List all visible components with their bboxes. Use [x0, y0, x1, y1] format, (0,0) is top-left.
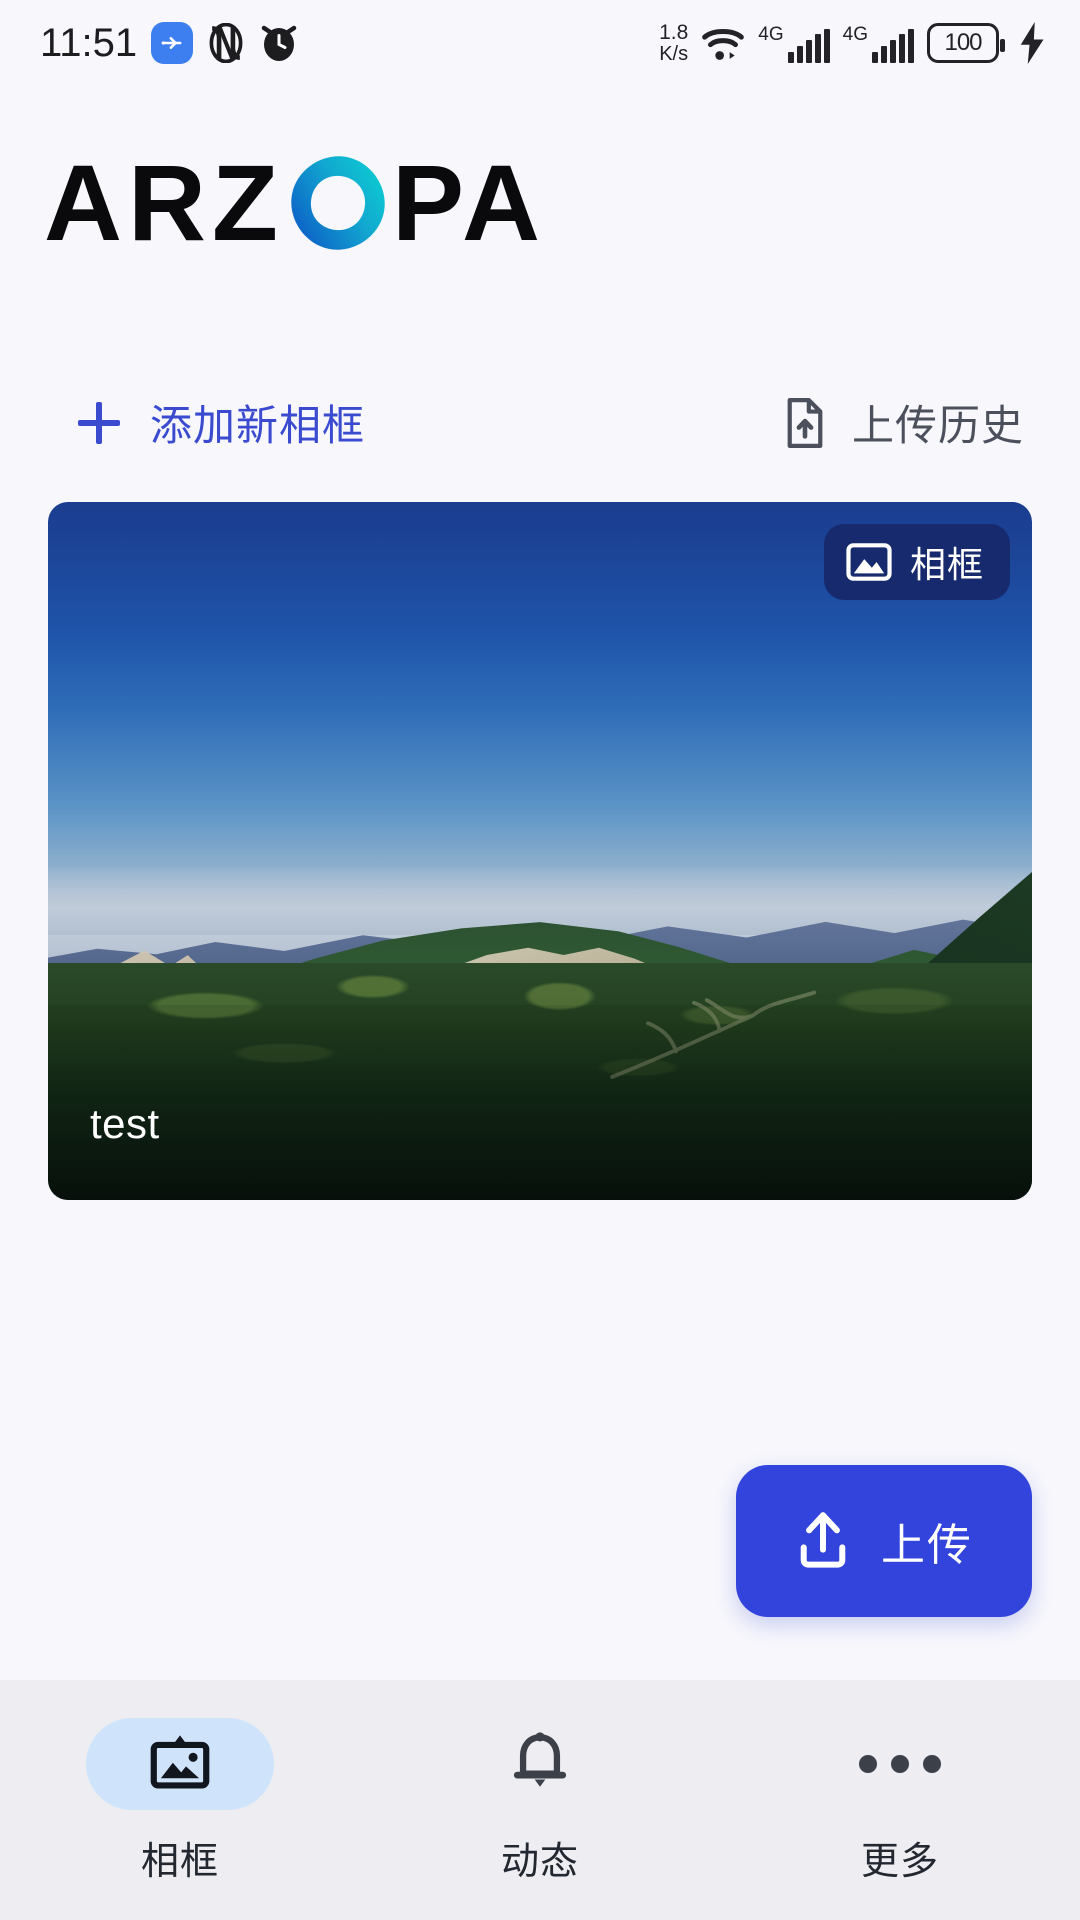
nfc-icon	[207, 22, 245, 64]
brand-name-part1: ARZ	[44, 142, 284, 263]
photo-frame-icon	[146, 1733, 214, 1795]
brand-logo: ARZ PA	[44, 148, 546, 258]
action-row: 添加新相框 上传历史	[0, 392, 1080, 453]
brand-name-part2: PA	[391, 142, 546, 263]
app-screen: 11:51 1.8 K/s 4G 4G 100 ARZ PA 添加新相框 上传历…	[0, 0, 1080, 1920]
upload-history-button[interactable]: 上传历史	[784, 392, 1024, 453]
nav-tab-more-pill	[806, 1718, 994, 1810]
signal-sim1: 4G	[758, 23, 830, 63]
card-gradient-scrim	[48, 1004, 1032, 1200]
nav-tab-activity-pill	[446, 1718, 634, 1810]
frame-card-title: test	[90, 1100, 160, 1147]
signal-sim2: 4G	[843, 24, 914, 63]
file-upload-icon	[784, 397, 826, 448]
upload-icon	[795, 1511, 851, 1571]
upload-button-label: 上传	[881, 1521, 973, 1570]
bottom-navigation-bar: 相框 动态 更多	[0, 1680, 1080, 1920]
nav-tab-more[interactable]: 更多	[720, 1680, 1080, 1885]
more-dots-icon	[859, 1755, 941, 1773]
arzopa-logo-o-icon	[286, 151, 390, 255]
nav-tab-frames-pill	[86, 1718, 274, 1810]
nav-tab-activity-label: 动态	[500, 1841, 579, 1883]
network-speed-unit: K/s	[659, 42, 689, 65]
status-time: 11:51	[40, 21, 138, 65]
nav-tab-frames[interactable]: 相框	[0, 1680, 360, 1885]
battery-level: 100	[944, 29, 982, 56]
status-bar: 11:51 1.8 K/s 4G 4G 100	[0, 0, 1080, 86]
alarm-icon	[259, 22, 299, 64]
sim1-network-label: 4G	[758, 23, 784, 45]
nav-tab-more-label: 更多	[860, 1841, 939, 1883]
bell-icon	[511, 1732, 569, 1796]
charging-bolt-icon	[1020, 22, 1046, 64]
battery-icon: 100	[927, 23, 1005, 63]
frame-type-badge: 相框	[823, 524, 1010, 600]
add-new-frame-button[interactable]: 添加新相框	[78, 392, 365, 453]
network-speed-value: 1.8	[659, 21, 689, 45]
frame-type-badge-label: 相框	[909, 544, 984, 585]
nav-tab-activity[interactable]: 动态	[360, 1680, 720, 1885]
network-speed: 1.8 K/s	[659, 22, 688, 64]
upload-button[interactable]: 上传	[736, 1465, 1032, 1617]
plus-icon	[78, 401, 120, 444]
usb-icon	[151, 22, 194, 64]
sim1-bars	[787, 28, 830, 63]
frame-card-item[interactable]: 相框 test	[48, 502, 1032, 1200]
upload-history-label: 上传历史	[851, 402, 1024, 449]
sim2-network-label: 4G	[842, 23, 868, 45]
frame-card-photo	[48, 502, 1032, 1200]
wifi-icon	[701, 23, 745, 63]
sim2-bars	[872, 28, 914, 63]
status-bar-right: 1.8 K/s 4G 4G 100	[659, 22, 1046, 64]
status-bar-left: 11:51	[40, 22, 299, 64]
add-new-frame-label: 添加新相框	[150, 402, 366, 449]
nav-tab-frames-label: 相框	[140, 1841, 219, 1883]
picture-icon	[846, 543, 892, 581]
